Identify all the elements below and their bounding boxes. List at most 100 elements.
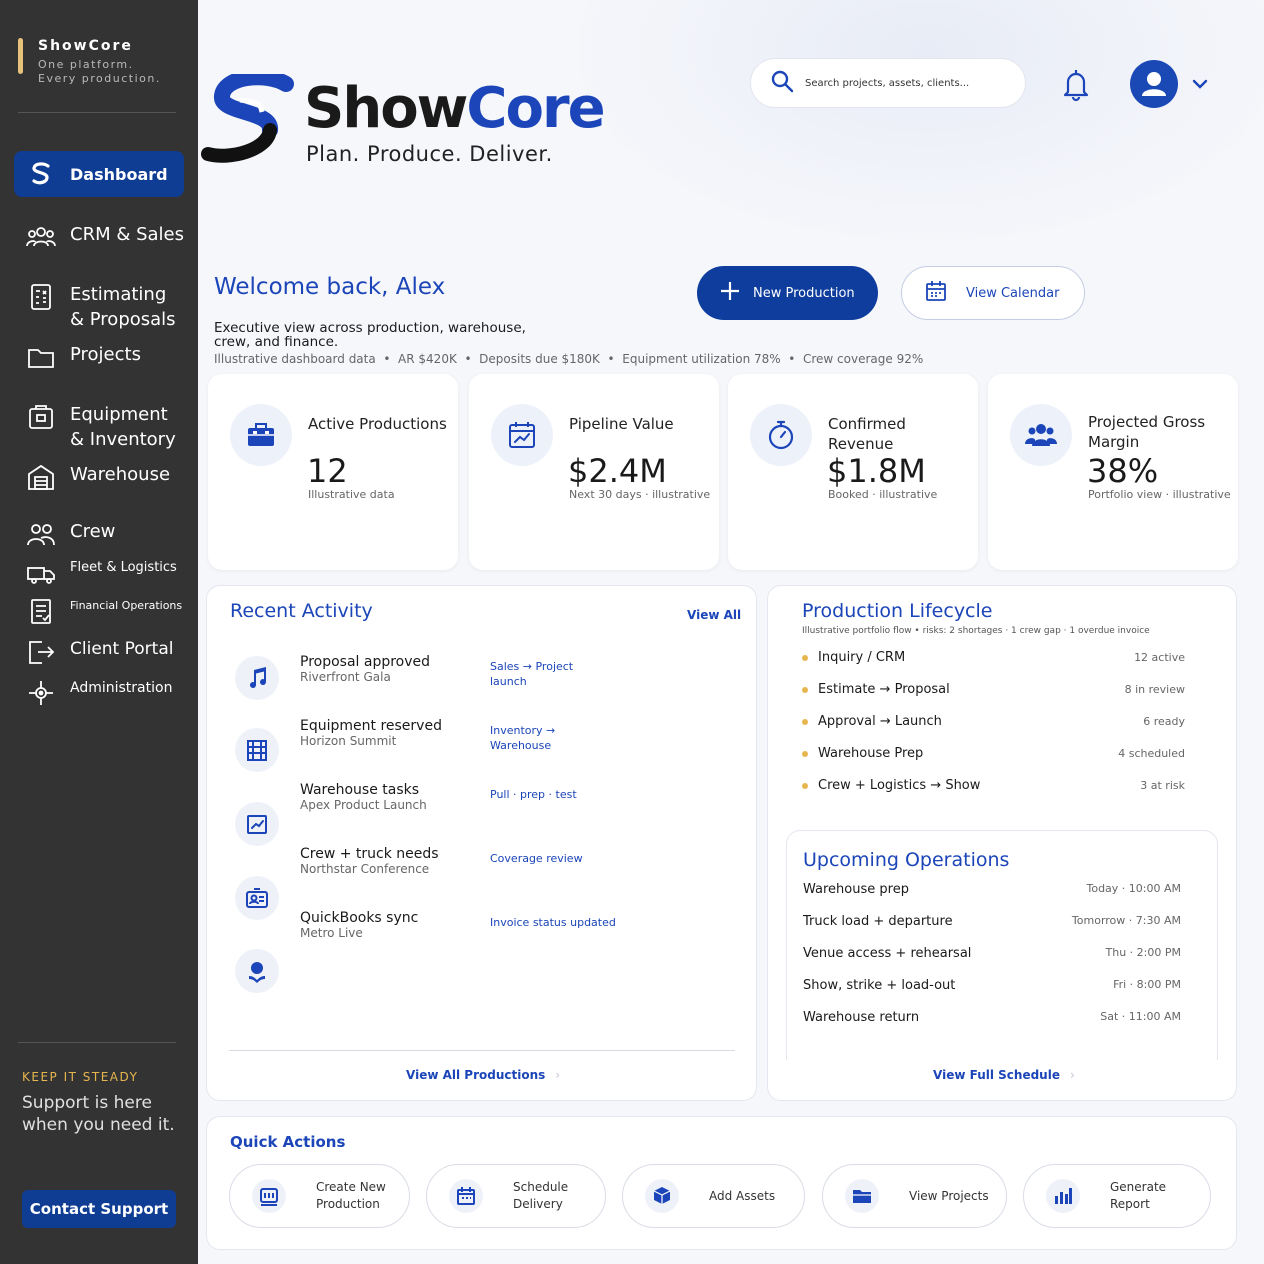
sidebar-divider [18, 1042, 176, 1043]
avatar[interactable] [1130, 60, 1178, 108]
upcoming-row[interactable]: Warehouse prep Today · 10:00 AM [803, 882, 1181, 897]
lifecycle-row[interactable]: Estimate → Proposal 8 in review [802, 682, 1185, 697]
schedule-delivery-button[interactable]: Schedule Delivery [426, 1164, 606, 1228]
admin-target-icon [26, 676, 56, 706]
calendar-icon [924, 279, 966, 307]
sidebar-item-dashboard[interactable]: Dashboard [14, 151, 184, 197]
panel-title: Recent Activity [230, 600, 373, 622]
activity-link[interactable]: Pull · prep · test [490, 787, 600, 802]
search-input[interactable] [805, 77, 985, 89]
bar-report-icon [1046, 1179, 1080, 1213]
generate-report-button[interactable]: Generate Report [1023, 1164, 1211, 1228]
operation-name: Venue access + rehearsal [803, 946, 972, 961]
activity-title: Equipment reserved [300, 718, 442, 734]
kpi-value: $1.8M [827, 452, 926, 490]
upcoming-row[interactable]: Truck load + departure Tomorrow · 7:30 AM [803, 914, 1181, 929]
portal-exit-icon [26, 637, 56, 667]
operation-name: Truck load + departure [803, 914, 953, 929]
stage-icon [252, 1179, 286, 1213]
kpi-title: Projected Gross Margin [1088, 413, 1206, 451]
activity-link[interactable]: Coverage review [490, 851, 600, 866]
sidebar-item-label: Crew [70, 521, 116, 542]
lifecycle-row[interactable]: Crew + Logistics → Show 3 at risk [802, 778, 1185, 793]
activity-link[interactable]: Inventory → Warehouse [490, 723, 570, 753]
stage-name: Warehouse Prep [818, 746, 924, 761]
view-all-productions-link[interactable]: View All Productions › [406, 1068, 560, 1082]
create-new-production-button[interactable]: Create New Production [229, 1164, 410, 1228]
showcore-logo-icon [200, 69, 296, 164]
chevron-right-icon: › [555, 1068, 561, 1082]
sidebar-item-label: Projects [70, 344, 141, 365]
kpi-note: Booked · illustrative [828, 488, 938, 501]
sidebar-item-crm[interactable]: CRM & Sales [14, 222, 184, 252]
folder-icon [845, 1179, 879, 1213]
search-icon [769, 68, 805, 98]
quick-action-label: Generate Report [1110, 1180, 1167, 1211]
sidebar-item-estimating[interactable]: Estimating & Proposals [14, 282, 184, 332]
operation-time: Tomorrow · 7:30 AM [1071, 914, 1181, 927]
sidebar-item-warehouse[interactable]: Warehouse [14, 462, 184, 492]
sidebar-item-label: Administration [70, 680, 173, 696]
music-note-icon [235, 656, 279, 700]
status-dot [802, 750, 808, 757]
lifecycle-row[interactable]: Warehouse Prep 4 scheduled [802, 746, 1185, 761]
kpi-card-gross-margin[interactable]: Projected Gross Margin 38% Portfolio vie… [988, 374, 1238, 570]
sidebar-item-label: Financial Operations [70, 599, 183, 612]
view-projects-button[interactable]: View Projects [822, 1164, 1007, 1228]
sidebar-item-financial[interactable]: Financial Operations [14, 596, 184, 626]
equipment-rack-icon [235, 728, 279, 772]
truck-icon [26, 558, 56, 588]
crew-badge-icon [235, 876, 279, 920]
activity-link[interactable]: Sales → Project launch [490, 659, 600, 689]
chevron-down-icon[interactable] [1190, 74, 1210, 94]
invoice-icon [26, 596, 56, 626]
activity-subtitle: Horizon Summit [300, 734, 397, 748]
kpi-card-confirmed-revenue[interactable]: Confirmed Revenue $1.8M Booked · illustr… [728, 374, 978, 570]
activity-subtitle: Northstar Conference [300, 862, 430, 876]
sidebar-item-label: Client Portal [70, 639, 174, 659]
new-production-button[interactable]: New Production [697, 266, 878, 320]
sidebar-brand: ShowCore One platform. Every production. [18, 38, 168, 86]
lifecycle-row[interactable]: Inquiry / CRM 12 active [802, 650, 1185, 665]
kpi-value: 38% [1087, 452, 1159, 490]
calendar-icon [449, 1179, 483, 1213]
sidebar: ShowCore One platform. Every production.… [0, 0, 198, 1264]
stage-name: Estimate → Proposal [818, 682, 950, 697]
sidebar-item-administration[interactable]: Administration [14, 676, 184, 706]
view-calendar-button[interactable]: View Calendar [901, 266, 1085, 320]
operation-time: Thu · 2:00 PM [1105, 946, 1181, 959]
operation-name: Show, strike + load-out [803, 978, 956, 993]
kpi-note: Portfolio view · illustrative [1088, 488, 1231, 501]
kpi-note: Next 30 days · illustrative [569, 488, 711, 501]
people-icon [26, 222, 56, 252]
lifecycle-row[interactable]: Approval → Launch 6 ready [802, 714, 1185, 729]
activity-link[interactable]: Invoice status updated [490, 915, 630, 930]
view-full-schedule-label: View Full Schedule [933, 1068, 1060, 1082]
bell-icon[interactable] [1058, 66, 1094, 102]
quick-action-label: Create New Production [316, 1180, 386, 1211]
sidebar-item-equipment[interactable]: Equipment & Inventory [14, 402, 184, 452]
lifecycle-subtitle: Illustrative portfolio flow • risks: 2 s… [802, 626, 1150, 636]
panel-title: Upcoming Operations [803, 849, 1010, 871]
kpi-card-pipeline-value[interactable]: Pipeline Value $2.4M Next 30 days · illu… [469, 374, 719, 570]
sidebar-item-fleet[interactable]: Fleet & Logistics [14, 558, 184, 588]
recent-activity-panel: Recent Activity View All Proposal approv… [206, 585, 757, 1101]
view-full-schedule-link[interactable]: View Full Schedule › [933, 1068, 1075, 1082]
sidebar-item-projects[interactable]: Projects [14, 342, 184, 372]
contact-support-button[interactable]: Contact Support [22, 1190, 176, 1228]
sidebar-item-crew[interactable]: Crew [14, 519, 184, 549]
status-dot [802, 686, 808, 693]
warehouse-icon [26, 462, 56, 492]
stage-name: Inquiry / CRM [818, 650, 906, 665]
add-assets-button[interactable]: Add Assets [622, 1164, 805, 1228]
sidebar-item-client-portal[interactable]: Client Portal [14, 637, 184, 667]
upcoming-row[interactable]: Warehouse return Sat · 11:00 AM [803, 1010, 1181, 1025]
kpi-card-active-productions[interactable]: Active Productions 12 Illustrative data [208, 374, 458, 570]
folder-icon [26, 342, 56, 372]
panel-divider [229, 1050, 735, 1051]
activity-subtitle: Apex Product Launch [300, 798, 427, 812]
upcoming-row[interactable]: Venue access + rehearsal Thu · 2:00 PM [803, 946, 1181, 961]
view-all-link[interactable]: View All [687, 608, 741, 622]
search-bar[interactable] [750, 58, 1026, 108]
upcoming-row[interactable]: Show, strike + load-out Fri · 8:00 PM [803, 978, 1181, 993]
